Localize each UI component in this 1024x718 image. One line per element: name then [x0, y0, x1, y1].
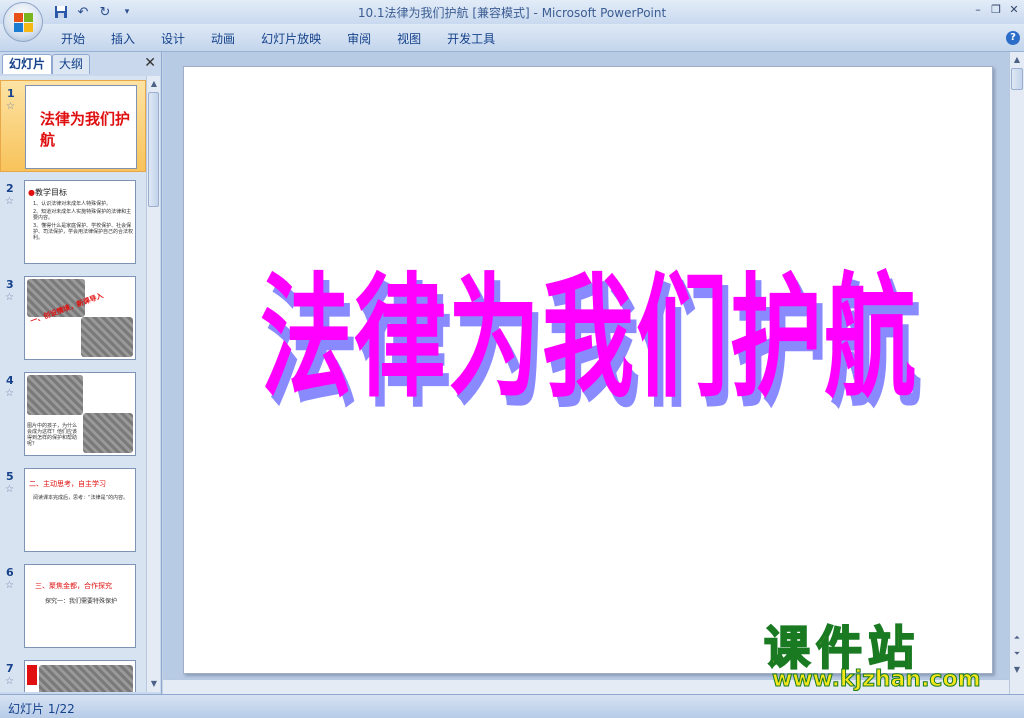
- thumb-text: 阅读课本完成后，思考：“法律是”的内容。: [33, 495, 129, 501]
- slide-thumbnail-6[interactable]: 6 ☆ 三、聚焦金都，合作探究 探究一：我们需要特殊保护: [0, 560, 146, 652]
- slide-thumbnails: 1 ☆ 法律为我们护航 2 ☆ ●教学目标 1、认识法律对未成年人特殊保护。 2…: [0, 76, 146, 692]
- scroll-up-icon[interactable]: ▲: [148, 78, 160, 90]
- animation-star-icon: ☆: [5, 676, 14, 687]
- animation-star-icon: ☆: [5, 580, 14, 591]
- thumb-heading-text: 教学目标: [34, 188, 67, 197]
- slide-thumbnail-4[interactable]: 4 ☆ 图片中的孩子，为什么会成为这样？他们应该得到怎样的保护和帮助呢？: [0, 368, 146, 460]
- animation-star-icon: ☆: [5, 388, 14, 399]
- slide-number: 7: [6, 662, 14, 675]
- slide-preview: 三、聚焦金都，合作探究 探究一：我们需要特殊保护: [24, 564, 136, 648]
- tab-view[interactable]: 视图: [384, 30, 434, 48]
- office-logo-icon: [14, 13, 34, 33]
- watermark-url: www.kjzhan.com: [772, 667, 982, 693]
- thumb-title: 法律为我们护航: [40, 110, 131, 149]
- slide-number: 3: [6, 278, 14, 291]
- status-bar: 幻灯片 1/22: [0, 694, 1024, 718]
- ribbon: 开始 插入 设计 动画 幻灯片放映 审阅 视图 开发工具 ?: [0, 24, 1024, 52]
- scroll-thumb[interactable]: [1011, 68, 1023, 90]
- tab-outline[interactable]: 大纲: [52, 54, 91, 74]
- slide-thumbnail-7[interactable]: 7 ☆: [0, 656, 146, 692]
- pane-tabs: 幻灯片 大纲 ✕: [2, 54, 160, 74]
- slide-thumbnail-2[interactable]: 2 ☆ ●教学目标 1、认识法律对未成年人特殊保护。 2、知道对未成年人实施特殊…: [0, 176, 146, 268]
- thumb-heading: 二、主动思考，自主学习: [29, 480, 106, 488]
- close-icon[interactable]: ✕: [1008, 2, 1020, 16]
- tab-developer[interactable]: 开发工具: [434, 30, 508, 48]
- editor-vertical-scrollbar[interactable]: ▲ ⏶ ⏷ ▼: [1009, 52, 1024, 694]
- slide-number: 4: [6, 374, 14, 387]
- slide-title-art[interactable]: 法律为我们护航 法律为我们护航: [184, 67, 994, 675]
- scroll-thumb[interactable]: [148, 92, 159, 207]
- scroll-up-icon[interactable]: ▲: [1011, 54, 1023, 66]
- window-controls: – ❐ ✕: [972, 2, 1020, 16]
- thumb-photo: [83, 413, 133, 453]
- slide-editor: 法律为我们护航 法律为我们护航 ▲ ⏶ ⏷ ▼: [163, 52, 1024, 694]
- thumb-photo: [39, 665, 133, 692]
- title-separator: -: [529, 6, 542, 20]
- slide-number: 5: [6, 470, 14, 483]
- site-watermark: 课件站 www.kjzhan.com: [763, 612, 1004, 694]
- minimize-icon[interactable]: –: [972, 2, 984, 16]
- animation-star-icon: ☆: [5, 292, 14, 303]
- window-title: 10.1法律为我们护航 [兼容模式] - Microsoft PowerPoin…: [0, 4, 1024, 21]
- thumb-text: 图片中的孩子，为什么会成为这样？他们应该得到怎样的保护和帮助呢？: [27, 423, 78, 447]
- slide-preview: 图片中的孩子，为什么会成为这样？他们应该得到怎样的保护和帮助呢？: [24, 372, 136, 456]
- restore-icon[interactable]: ❐: [990, 2, 1002, 16]
- slide-preview: [24, 660, 136, 692]
- slide-thumbnail-3[interactable]: 3 ☆ 一、创设情境，新课导入: [0, 272, 146, 364]
- app-name: Microsoft PowerPoint: [541, 6, 667, 20]
- document-title: 10.1法律为我们护航 [兼容模式]: [357, 6, 530, 20]
- slide-title: 法律为我们护航: [260, 262, 918, 417]
- tab-insert[interactable]: 插入: [98, 30, 148, 48]
- slide-preview: 二、主动思考，自主学习 阅读课本完成后，思考：“法律是”的内容。: [24, 468, 136, 552]
- animation-star-icon: ☆: [6, 101, 15, 112]
- thumb-text: 探究一：我们需要特殊保护: [45, 598, 118, 605]
- slide-number: 1: [7, 87, 15, 100]
- thumb-banner: [27, 665, 37, 685]
- thumb-photo: [27, 375, 83, 415]
- office-button[interactable]: [3, 2, 43, 42]
- thumb-text: 1、认识法律对未成年人特殊保护。: [33, 201, 112, 207]
- slide-number: 6: [6, 566, 14, 579]
- tab-slideshow[interactable]: 幻灯片放映: [248, 30, 334, 48]
- slide-thumbnail-1[interactable]: 1 ☆ 法律为我们护航: [0, 80, 146, 172]
- ribbon-tabs: 开始 插入 设计 动画 幻灯片放映 审阅 视图 开发工具: [48, 30, 508, 48]
- slide-preview: ●教学目标 1、认识法律对未成年人特殊保护。 2、知道对未成年人实施特殊保护的法…: [24, 180, 136, 264]
- tab-home[interactable]: 开始: [48, 30, 98, 48]
- help-icon[interactable]: ?: [1006, 31, 1020, 45]
- title-bar: ↶ ↻ ▾ 10.1法律为我们护航 [兼容模式] - Microsoft Pow…: [0, 0, 1024, 24]
- close-pane-icon[interactable]: ✕: [144, 55, 156, 71]
- slide-preview: 一、创设情境，新课导入: [24, 276, 136, 360]
- slide-thumbnail-5[interactable]: 5 ☆ 二、主动思考，自主学习 阅读课本完成后，思考：“法律是”的内容。: [0, 464, 146, 556]
- tab-design[interactable]: 设计: [148, 30, 198, 48]
- slide-preview: 法律为我们护航: [25, 85, 137, 169]
- tab-slides[interactable]: 幻灯片: [2, 54, 53, 74]
- previous-slide-icon[interactable]: ⏶: [1011, 632, 1023, 644]
- slides-pane: 幻灯片 大纲 ✕ 1 ☆ 法律为我们护航 2 ☆ ●教学目标 1、认识法律对未成…: [0, 52, 162, 694]
- thumb-heading: 三、聚焦金都，合作探究: [35, 582, 112, 590]
- slide-counter: 幻灯片 1/22: [8, 702, 75, 716]
- scroll-down-icon[interactable]: ▼: [1011, 664, 1023, 676]
- tab-animations[interactable]: 动画: [198, 30, 248, 48]
- next-slide-icon[interactable]: ⏷: [1011, 648, 1023, 660]
- animation-star-icon: ☆: [5, 196, 14, 207]
- scroll-down-icon[interactable]: ▼: [148, 678, 160, 690]
- thumbnails-scrollbar[interactable]: ▲ ▼: [146, 76, 160, 692]
- thumb-photo: [81, 317, 133, 357]
- animation-star-icon: ☆: [5, 484, 14, 495]
- tab-review[interactable]: 审阅: [334, 30, 384, 48]
- current-slide[interactable]: 法律为我们护航 法律为我们护航: [183, 66, 993, 674]
- slide-number: 2: [6, 182, 14, 195]
- thumb-heading: ●教学目标: [28, 188, 67, 197]
- thumb-text: 2、知道对未成年人实施特殊保护的法律和主要内容。: [33, 209, 132, 221]
- thumb-text: 3、懂得什么是家庭保护、学校保护、社会保护、司法保护，学会用法律保护自己的合法权…: [33, 223, 134, 241]
